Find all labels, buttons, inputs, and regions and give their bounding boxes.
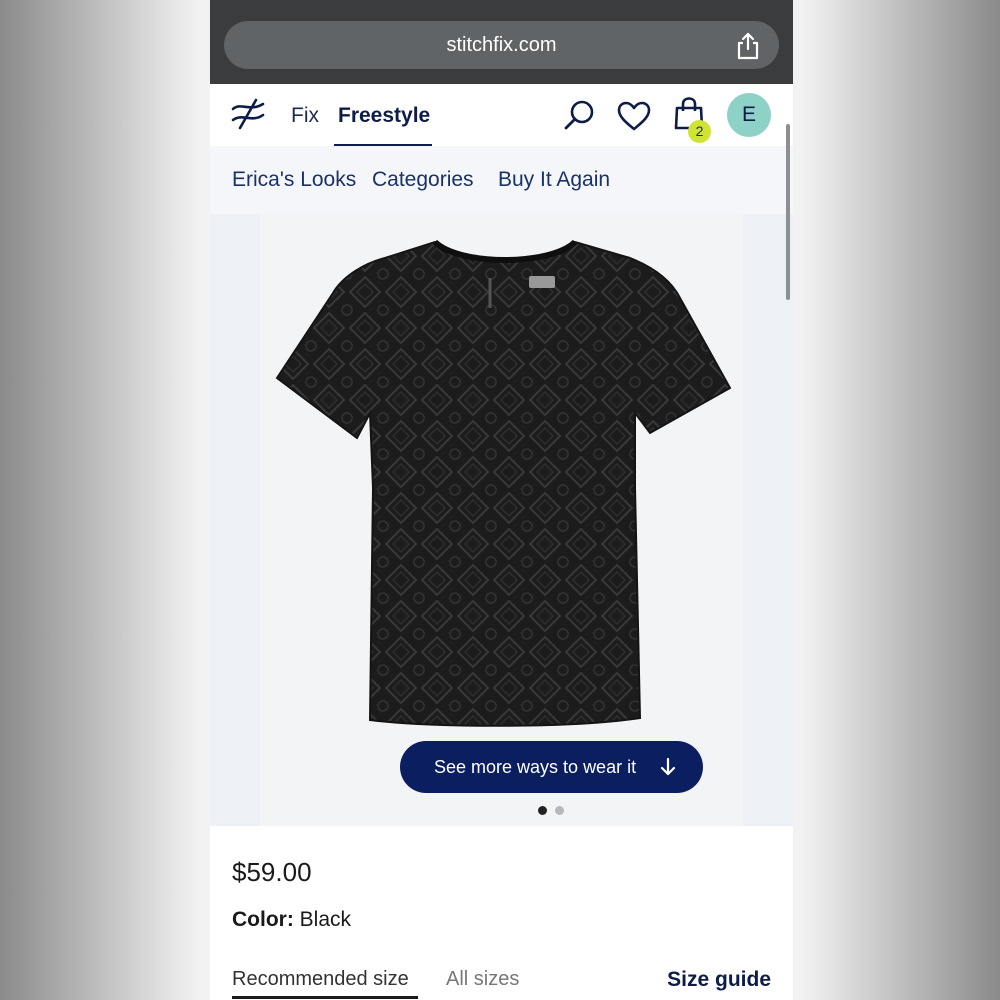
- subnav-item-buy-it-again[interactable]: Buy It Again: [498, 168, 610, 192]
- color-label: Color:: [232, 908, 294, 931]
- share-icon[interactable]: [735, 32, 761, 60]
- search-icon[interactable]: [562, 98, 596, 132]
- product-color: Color: Black: [232, 908, 351, 932]
- see-more-ways-label: See more ways to wear it: [434, 757, 637, 777]
- site-header: Fix Freestyle 2 E: [210, 84, 793, 147]
- see-more-ways-button[interactable]: See more ways to wear it: [400, 741, 703, 793]
- black-lace-tshirt-image: [275, 239, 732, 727]
- carousel-dot-1[interactable]: [538, 806, 547, 815]
- tab-all-sizes[interactable]: All sizes: [446, 968, 519, 991]
- subnav-item-categories[interactable]: Categories: [372, 168, 474, 192]
- phone-screen: stitchfix.com Fix Freestyle 2 E Erica's …: [210, 0, 793, 1000]
- sub-navigation: Erica's Looks Categories Buy It Again: [210, 146, 793, 214]
- nav-fix[interactable]: Fix: [291, 104, 319, 128]
- scrollbar[interactable]: [786, 124, 790, 300]
- carousel-dot-2[interactable]: [555, 806, 564, 815]
- stitch-fix-logo-icon[interactable]: [230, 98, 266, 130]
- tab-recommended-size[interactable]: Recommended size: [232, 968, 409, 991]
- size-guide-link[interactable]: Size guide: [667, 968, 771, 992]
- heart-icon[interactable]: [616, 100, 652, 132]
- nav-freestyle[interactable]: Freestyle: [338, 104, 430, 128]
- product-price: $59.00: [232, 857, 312, 887]
- browser-toolbar: stitchfix.com: [210, 0, 793, 84]
- product-image-carousel[interactable]: See more ways to wear it: [210, 214, 793, 826]
- active-tab-underline: [232, 996, 418, 999]
- address-bar[interactable]: stitchfix.com: [224, 21, 779, 69]
- cart-count-badge: 2: [688, 120, 711, 143]
- subnav-item-ericas-looks[interactable]: Erica's Looks: [232, 168, 356, 192]
- color-value: Black: [299, 908, 352, 931]
- url-text[interactable]: stitchfix.com: [224, 21, 779, 69]
- arrow-down-icon: [660, 757, 676, 776]
- avatar[interactable]: E: [727, 93, 771, 137]
- product-image-frame: See more ways to wear it: [260, 214, 743, 826]
